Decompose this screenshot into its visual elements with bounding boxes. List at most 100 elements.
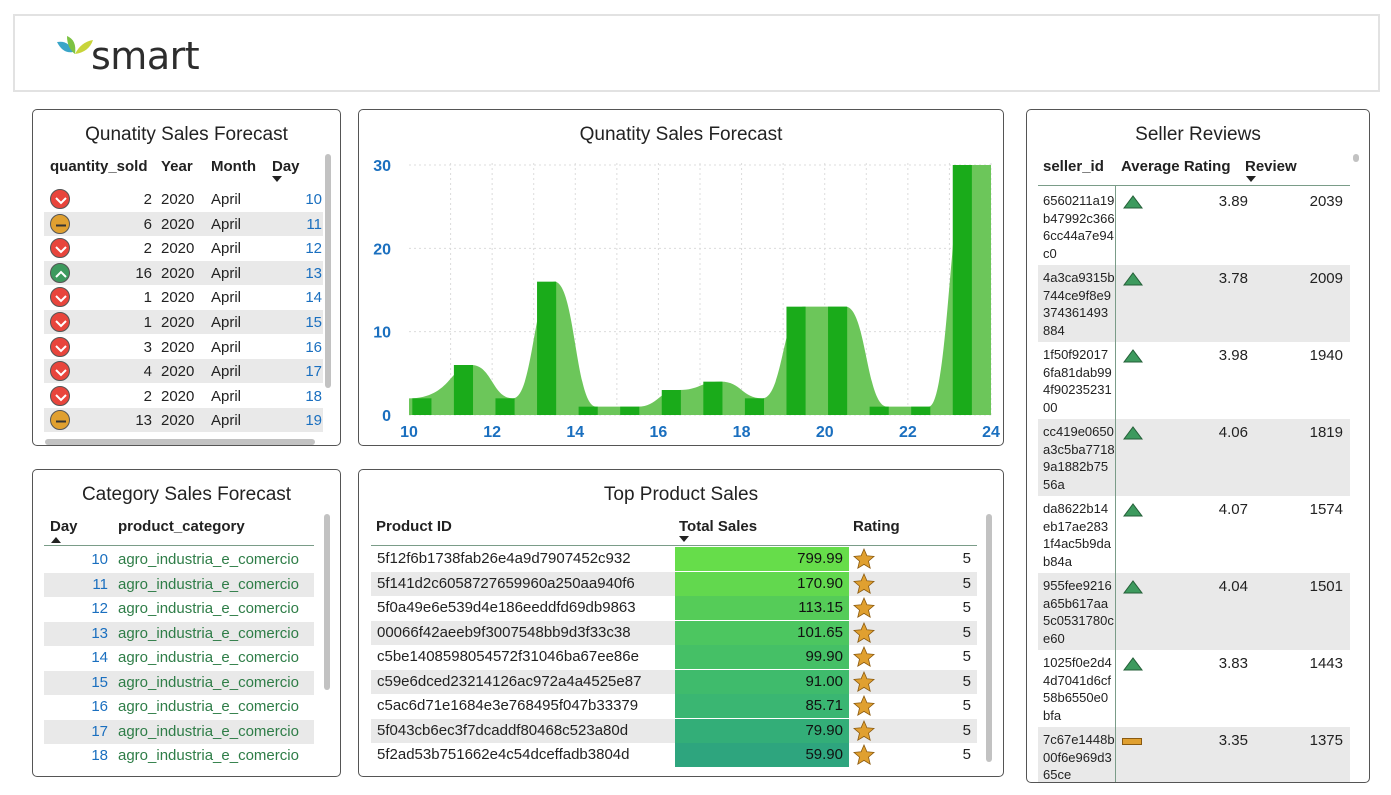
col-header-rating[interactable]: Rating (853, 518, 900, 535)
table-row[interactable]: 5f2ad53b751662e4c54dceffadb3804d 59.90 5 (371, 743, 977, 767)
table-row[interactable]: 16 2020 April 13 (44, 260, 323, 285)
category-value: agro_industria_e_comercio (118, 624, 299, 642)
rating-value: 5 (962, 550, 971, 567)
table-row[interactable]: 13 agro_industria_e_comercio (44, 621, 314, 646)
table-row[interactable]: 13 2020 April 19 (44, 408, 323, 433)
star-icon (853, 719, 875, 746)
kpi-up-icon (50, 262, 70, 283)
vertical-scrollbar[interactable] (325, 154, 331, 388)
table-row[interactable]: 6 2020 April 11 (44, 211, 323, 236)
col-header-month[interactable]: Month (211, 158, 256, 175)
review-count-value: 1819 (1309, 424, 1343, 441)
neutral-bar-icon (1122, 738, 1142, 745)
product-id-value: 5f0a49e6e539d4e186eeddfd69db9863 (377, 599, 636, 616)
x-tick-label: 12 (483, 424, 501, 441)
category-value: agro_industria_e_comercio (118, 722, 299, 740)
header-divider (44, 545, 314, 546)
day-value: 17 (305, 363, 322, 381)
kpi-mid-icon (50, 410, 70, 431)
star-icon (853, 596, 875, 623)
review-count-value: 2009 (1309, 270, 1343, 287)
table-row[interactable]: 4 2020 April 17 (44, 359, 323, 384)
col-header-product-category[interactable]: product_category (118, 518, 245, 535)
table-row[interactable]: 18 agro_industria_e_comercio (44, 744, 314, 768)
col-header-quantity-sold[interactable]: quantity_sold (50, 158, 148, 175)
table-row[interactable]: 1 2020 April 14 (44, 285, 323, 309)
table-row[interactable]: 14 agro_industria_e_comercio (44, 646, 314, 670)
table-row[interactable]: 5f12f6b1738fab26e4a9d7907452c932 799.99 5 (371, 547, 977, 571)
kpi-down-icon (50, 336, 70, 357)
table-row[interactable]: 2 2020 April 18 (44, 384, 323, 408)
month-value: April (211, 363, 242, 381)
year-value: 2020 (161, 412, 195, 430)
col-header-year[interactable]: Year (161, 158, 193, 175)
x-tick-label: 24 (982, 424, 1000, 441)
triangle-up-icon (1123, 195, 1143, 212)
col-header-average-rating[interactable]: Average Rating (1121, 158, 1230, 175)
product-table-title: Top Product Sales (603, 484, 759, 505)
vertical-scrollbar[interactable] (324, 514, 330, 690)
table-row[interactable]: 11 agro_industria_e_comercio (44, 572, 314, 597)
quantity-sold-value: 3 (143, 338, 152, 356)
seller-id-value: 955fee9216a65b617aa5c0531780ce60 (1043, 578, 1114, 646)
category-value: agro_industria_e_comercio (118, 575, 299, 593)
table-row[interactable]: c5ac6d71e1684e3e768495f047b33379 85.71 5 (371, 694, 977, 718)
vertical-scrollbar[interactable] (986, 514, 992, 762)
table-row[interactable]: c5be1408598054572f31046ba67ee86e 99.90 5 (371, 645, 977, 669)
table-row[interactable]: 6560211a19b47992c3666cc44a7e94c0 3.89 2039 (1038, 188, 1350, 265)
review-count-value: 1574 (1309, 501, 1343, 518)
table-row[interactable]: 1f50f920176fa81dab994f9023523100 3.98 1940 (1038, 342, 1350, 419)
review-count-value: 1375 (1309, 732, 1343, 749)
bar (786, 306, 806, 415)
year-value: 2020 (161, 264, 195, 282)
star-icon (853, 670, 875, 697)
day-value: 16 (305, 338, 322, 356)
table-row[interactable]: 5f0a49e6e539d4e186eeddfd69db9863 113.15 5 (371, 596, 977, 620)
seller-id-value: 7c67e1448b00f6e969d365ce (1043, 732, 1115, 782)
horizontal-scrollbar[interactable] (45, 439, 315, 445)
table-row[interactable]: da8622b14eb17ae2831f4ac5b9dab84a 4.07 1574 (1038, 496, 1350, 573)
bar (453, 365, 474, 415)
col-header-total-sales[interactable]: Total Sales (679, 518, 757, 535)
col-header-seller-id[interactable]: seller_id (1043, 158, 1104, 175)
table-row[interactable]: 17 agro_industria_e_comercio (44, 719, 314, 744)
year-value: 2020 (161, 387, 195, 405)
bar (661, 390, 681, 415)
col-header-product-id[interactable]: Product ID (376, 518, 452, 535)
rating-value: 5 (962, 648, 971, 665)
col-header-day[interactable]: Day (272, 158, 300, 175)
top-product-sales-card: Top Product Sales Product ID Total Sales… (358, 469, 1004, 777)
table-row[interactable]: 5f043cb6ec3f7dcaddf80468c523a80d 79.90 5 (371, 718, 977, 746)
table-row[interactable]: 00066f42aeeb9f3007548bb9d3f33c38 101.65 5 (371, 620, 977, 645)
star-icon (853, 547, 875, 574)
product-id-value: 5f043cb6ec3f7dcaddf80468c523a80d (377, 721, 629, 739)
table-row[interactable]: 3 2020 April 16 (44, 335, 323, 359)
table-row[interactable]: 2 2020 April 12 (44, 236, 323, 260)
quantity-forecast-table-card: Qunatity Sales Forecast quantity_sold Ye… (32, 109, 341, 446)
table-row[interactable]: c59e6dced23214126ac972a4a4525e87 91.00 5 (371, 669, 977, 697)
col-header-review[interactable]: Review (1245, 158, 1297, 175)
table-row[interactable]: 5f141d2c6058727659960a250aa940f6 170.90 5 (371, 571, 977, 596)
bar (828, 306, 848, 415)
average-rating-value: 4.07 (1218, 501, 1248, 518)
vertical-scrollbar[interactable] (1353, 154, 1359, 162)
table-row[interactable]: 4a3ca9315b744ce9f8e9374361493884 3.78 2009 (1038, 265, 1350, 342)
table-row[interactable]: 16 agro_industria_e_comercio (44, 695, 314, 719)
table-row[interactable]: 10 agro_industria_e_comercio (44, 548, 314, 572)
table-row[interactable]: 1 2020 April 15 (44, 310, 323, 334)
table-row[interactable]: 12 agro_industria_e_comercio (44, 597, 314, 621)
day-value: 16 (91, 698, 108, 715)
kpi-down-icon (50, 189, 70, 209)
month-value: April (211, 412, 242, 430)
quantity-sold-value: 4 (143, 363, 152, 381)
table-row[interactable]: 1025f0e2d44d7041d6cf58b6550e0bfa 3.83 1443 (1038, 650, 1350, 727)
col-header-day[interactable]: Day (50, 518, 78, 535)
table-row[interactable]: 955fee9216a65b617aa5c0531780ce60 4.04 1501 (1038, 573, 1350, 650)
table-row[interactable]: cc419e0650a3c5ba77189a1882b7556a 4.06 1819 (1038, 419, 1350, 496)
bar (495, 398, 515, 415)
table-row[interactable]: 2 2020 April 10 (44, 187, 323, 211)
kpi-down-icon (50, 312, 70, 332)
table-row[interactable]: 7c67e1448b00f6e969d365ce 3.35 1375 (1038, 727, 1350, 782)
table-row[interactable]: 15 agro_industria_e_comercio (44, 670, 314, 695)
category-forecast-table-card: Category Sales Forecast Day product_cate… (32, 469, 341, 777)
